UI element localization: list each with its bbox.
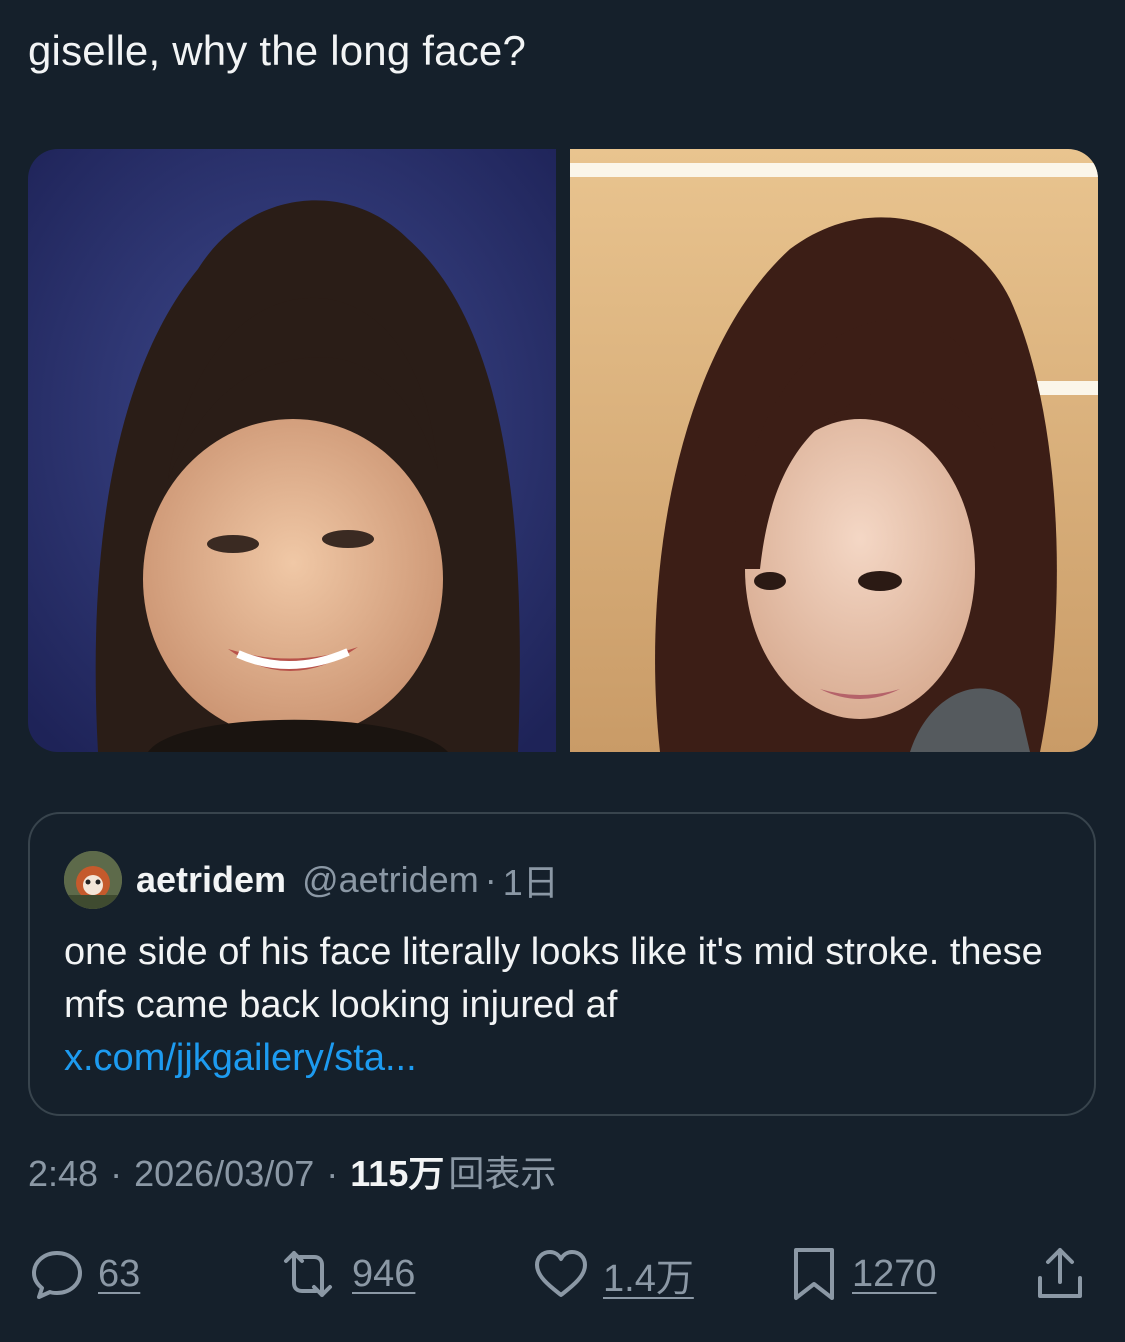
like-count: 1.4万 <box>603 1257 694 1300</box>
quoted-tweet-link[interactable]: x.com/jjkgailery/sta... <box>64 1032 1064 1085</box>
like-button[interactable]: 1.4万 <box>531 1242 694 1306</box>
avatar[interactable] <box>64 851 122 909</box>
photo-right[interactable] <box>570 149 1098 752</box>
reply-icon <box>32 1251 82 1299</box>
bookmark-button[interactable]: 1270 <box>788 1242 937 1306</box>
repost-count: 946 <box>352 1252 416 1295</box>
bookmark-icon <box>794 1248 834 1300</box>
portrait-photo-1 <box>28 149 556 752</box>
post-date[interactable]: 2026/03/07 <box>134 1152 314 1196</box>
share-icon <box>1038 1248 1082 1298</box>
tweet-text: giselle, why the long face? <box>28 27 527 74</box>
heart-icon <box>535 1250 587 1297</box>
meta-separator: · <box>110 1153 123 1194</box>
quoted-tweet-card[interactable]: aetridem @aetridem · 1日 one side of his … <box>28 812 1096 1116</box>
reply-button[interactable]: 63 <box>28 1242 140 1306</box>
quoted-tweet-body: one side of his face literally looks lik… <box>64 926 1064 1085</box>
portrait-photo-2 <box>570 149 1098 752</box>
repost-button[interactable]: 946 <box>276 1242 415 1306</box>
views-count: 115万 <box>350 1153 445 1194</box>
quoted-author-handle[interactable]: @aetridem <box>302 859 479 901</box>
views-label: 回表示 <box>448 1153 557 1194</box>
media-grid <box>28 149 1098 752</box>
avatar-image <box>64 851 122 909</box>
share-button[interactable] <box>1032 1242 1088 1306</box>
separator-dot: · <box>484 859 497 900</box>
reply-count: 63 <box>98 1252 141 1295</box>
tweet-metadata: 2:48 · 2026/03/07 · 115万 回表示 <box>28 1152 556 1196</box>
quoted-tweet-text: one side of his face literally looks lik… <box>64 931 1043 1026</box>
quoted-tweet-header: aetridem @aetridem · 1日 <box>64 851 559 909</box>
bookmark-count: 1270 <box>852 1252 937 1295</box>
quoted-author-name[interactable]: aetridem <box>136 859 286 901</box>
action-bar: 63 946 1.4万 1270 <box>28 1242 1098 1306</box>
repost-icon <box>284 1251 332 1297</box>
meta-separator: · <box>326 1153 339 1194</box>
post-time[interactable]: 2:48 <box>28 1152 98 1196</box>
quoted-timestamp[interactable]: 1日 <box>503 854 559 906</box>
photo-left[interactable] <box>28 149 556 752</box>
